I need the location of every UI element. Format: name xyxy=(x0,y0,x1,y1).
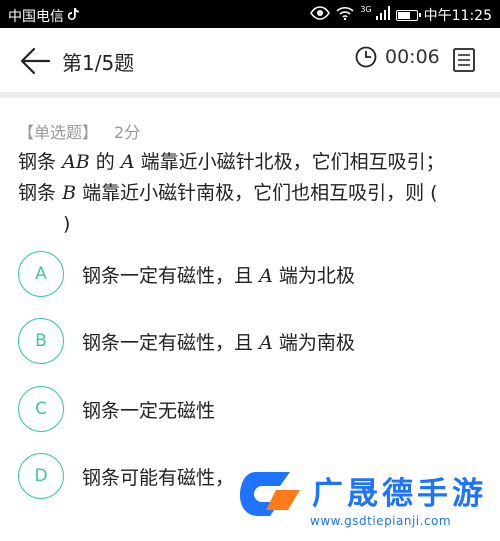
option-b[interactable]: B 钢条一定有磁性，且 A 端为南极 xyxy=(18,317,488,365)
option-letter: A xyxy=(18,251,64,297)
math-symbol: AB xyxy=(62,151,90,173)
option-c[interactable]: C 钢条一定无磁性 xyxy=(18,385,488,433)
eye-icon xyxy=(310,6,331,24)
question-text-segment: 端靠近小磁针南极，它们也相互吸引，则 ( xyxy=(82,182,438,204)
question-text: 钢条 AB 的 A 端靠近小磁针北极，它们相互吸引； 钢条 B 端靠近小磁针南极… xyxy=(18,147,488,240)
watermark: 广晟德手游 www.gsdtiepianji.com xyxy=(230,462,500,541)
option-text-segment: 端为南极 xyxy=(278,331,355,354)
tiktok-icon xyxy=(67,7,80,25)
option-text-segment: 端为北极 xyxy=(278,264,355,287)
option-letter: D xyxy=(18,453,64,499)
list-icon xyxy=(453,48,475,72)
math-symbol: A xyxy=(120,151,135,173)
watermark-logo-icon xyxy=(240,472,300,516)
timer-text: 00:06 xyxy=(385,46,440,68)
question-text-segment: 钢条 xyxy=(18,151,57,173)
question-type: 【单选题】 xyxy=(18,123,99,142)
math-symbol: B xyxy=(62,182,77,204)
watermark-url: www.gsdtiepianji.com xyxy=(310,514,452,528)
option-letter: C xyxy=(18,386,64,432)
math-symbol: A xyxy=(259,331,273,354)
wifi-icon xyxy=(336,6,354,24)
option-text-segment: 钢条一定有磁性，且 xyxy=(82,331,254,354)
timer: 00:06 xyxy=(355,46,440,68)
question-text-segment: 的 xyxy=(95,151,115,173)
option-a[interactable]: A 钢条一定有磁性，且 A 端为北极 xyxy=(18,250,488,298)
option-letter: B xyxy=(18,318,64,364)
question-meta: 【单选题】 2分 xyxy=(18,119,140,143)
battery-icon xyxy=(395,9,421,21)
answer-sheet-button[interactable] xyxy=(453,48,475,72)
option-text: 钢条一定有磁性，且 A 端为北极 xyxy=(82,261,355,288)
option-text: 钢条一定有磁性，且 A 端为南极 xyxy=(82,328,355,355)
question-text-segment: 钢条 xyxy=(18,182,57,204)
option-text: 钢条可能有磁性， xyxy=(82,463,234,490)
question-line-1: 钢条 AB 的 A 端靠近小磁针北极，它们相互吸引； xyxy=(18,147,488,178)
math-symbol: A xyxy=(259,264,273,287)
signal-icon xyxy=(375,6,390,24)
question-text-segment: 端靠近小磁针北极，它们相互吸引； xyxy=(140,151,445,173)
network-type-label: 3G xyxy=(360,5,372,14)
back-arrow-icon xyxy=(20,47,51,75)
status-bar: 中国电信 3G 中午11:25 xyxy=(0,0,500,28)
carrier-label: 中国电信 xyxy=(8,9,64,25)
option-text-segment: 钢条一定无磁性 xyxy=(82,399,216,422)
question-line-3: ) xyxy=(63,213,71,235)
clock-label: 中午11:25 xyxy=(423,8,492,24)
option-text-segment: 钢条可能有磁性， xyxy=(82,466,235,489)
watermark-title: 广晟德手游 xyxy=(312,476,487,512)
question-score: 2分 xyxy=(114,123,141,142)
option-text-segment: 钢条一定有磁性，且 xyxy=(82,264,254,287)
option-text: 钢条一定无磁性 xyxy=(82,396,215,423)
app-header: 第1/5题 00:06 xyxy=(0,28,500,92)
header-divider xyxy=(0,92,500,98)
clock-icon xyxy=(355,46,377,68)
question-line-2: 钢条 B 端靠近小磁针南极，它们也相互吸引，则 ( xyxy=(18,178,488,209)
back-button[interactable] xyxy=(18,44,52,78)
question-counter: 第1/5题 xyxy=(62,51,135,75)
